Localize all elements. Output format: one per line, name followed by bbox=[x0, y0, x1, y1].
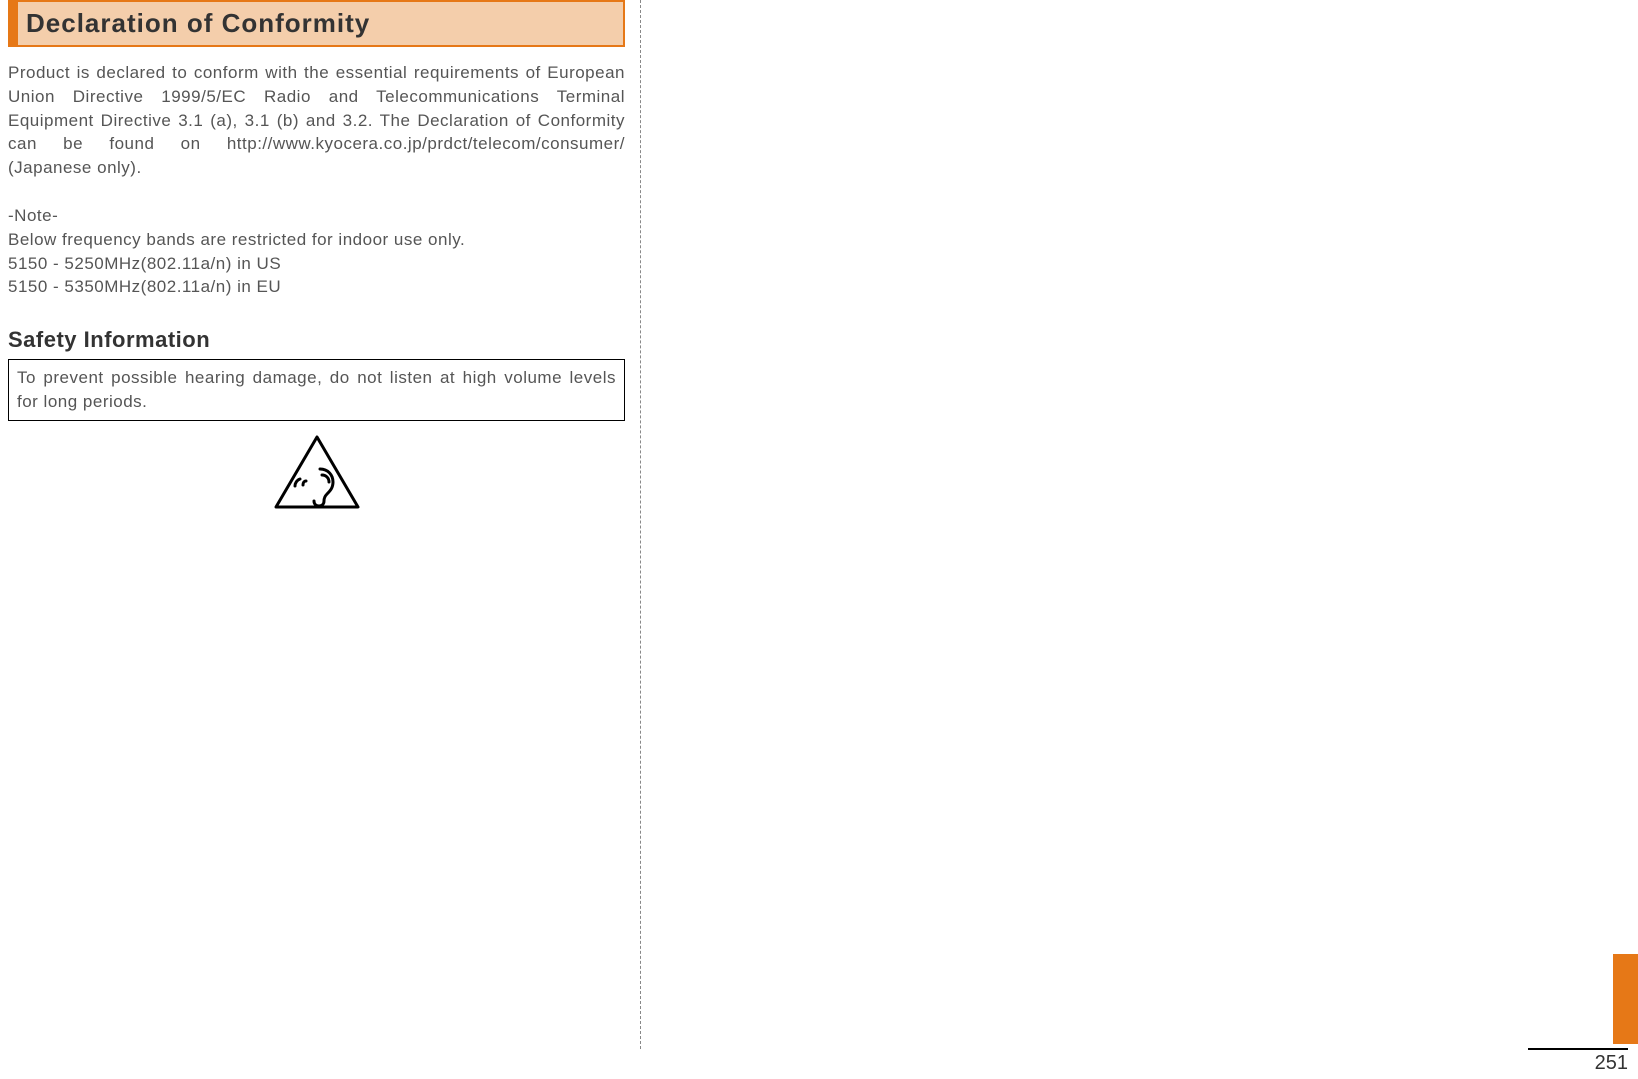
safety-warning-text: To prevent possible hearing damage, do n… bbox=[17, 368, 616, 411]
note-block: -Note- Below frequency bands are restric… bbox=[8, 204, 625, 299]
section-title: Declaration of Conformity bbox=[26, 8, 370, 38]
note-line-1: Below frequency bands are restricted for… bbox=[8, 228, 625, 252]
hearing-damage-icon bbox=[272, 433, 362, 511]
note-line-2: 5150 - 5250MHz(802.11a/n) in US bbox=[8, 252, 625, 276]
safety-heading: Safety Information bbox=[8, 327, 625, 353]
note-line-3: 5150 - 5350MHz(802.11a/n) in EU bbox=[8, 275, 625, 299]
safety-warning-box: To prevent possible hearing damage, do n… bbox=[8, 359, 625, 421]
note-label: -Note- bbox=[8, 204, 625, 228]
section-header: Declaration of Conformity bbox=[8, 0, 625, 47]
page-number: 251 bbox=[1528, 1048, 1628, 1075]
page-container: Declaration of Conformity Product is dec… bbox=[0, 0, 1638, 1079]
right-column: 251 bbox=[640, 0, 1638, 1079]
side-tab bbox=[1613, 954, 1638, 1044]
hearing-icon-container bbox=[8, 433, 625, 516]
left-column: Declaration of Conformity Product is dec… bbox=[0, 0, 640, 1079]
conformity-paragraph: Product is declared to conform with the … bbox=[8, 61, 625, 180]
